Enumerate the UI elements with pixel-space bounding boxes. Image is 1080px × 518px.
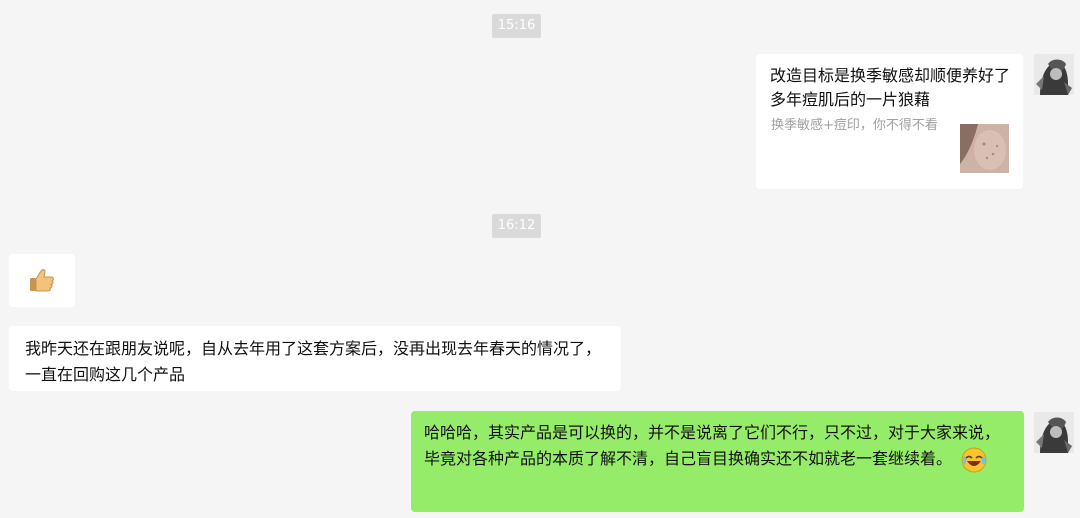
timestamp: 16:12 [492,214,541,238]
timestamp: 15:16 [492,14,541,38]
incoming-emoji-bubble[interactable] [9,254,75,307]
article-description: 换季敏感+痘印，你不得不看 [771,118,938,133]
shared-article-card[interactable]: 改造目标是换季敏感却顺便养好了多年痘肌后的一片狼藉 换季敏感+痘印，你不得不看 [756,54,1023,189]
laughing-crying-emoji-icon [961,447,987,472]
article-title: 改造目标是换季敏感却顺便养好了多年痘肌后的一片狼藉 [770,66,1011,109]
incoming-message-text: 我昨天还在跟朋友说呢，自从去年用了这套方案后，没再出现去年春天的情况了，一直在回… [25,339,602,384]
outgoing-message-text: 哈哈哈，其实产品是可以换的，并不是说离了它们不行，只不过，对于大家来说，毕竟对各… [424,423,1001,468]
avatar-image-icon [1034,54,1074,95]
article-thumbnail [960,124,1009,173]
user-avatar[interactable] [1034,412,1074,453]
outgoing-message-bubble[interactable]: 哈哈哈，其实产品是可以换的，并不是说离了它们不行，只不过，对于大家来说，毕竟对各… [411,411,1024,512]
user-avatar[interactable] [1034,54,1074,95]
incoming-message-bubble[interactable]: 我昨天还在跟朋友说呢，自从去年用了这套方案后，没再出现去年春天的情况了，一直在回… [9,326,621,391]
thumbs-up-icon [30,269,54,292]
avatar-image-icon [1034,412,1074,453]
